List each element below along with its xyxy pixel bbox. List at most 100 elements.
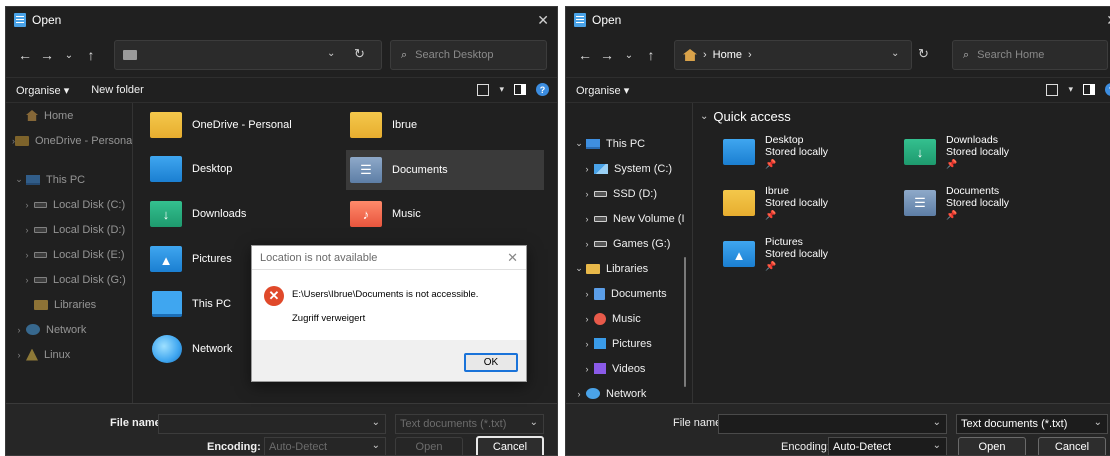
view-dropdown-icon[interactable]: ▾ xyxy=(1068,84,1073,95)
address-bar[interactable]: › Home › xyxy=(674,40,912,70)
quick-access-desktop[interactable]: Desktop Stored locally 📌 xyxy=(723,134,893,170)
chevron-down-icon[interactable]: ⌄ xyxy=(372,417,380,428)
help-icon[interactable]: ? xyxy=(1105,83,1110,96)
chevron-right-icon[interactable]: › xyxy=(580,339,594,349)
nav-item-libraries[interactable]: Libraries xyxy=(12,292,132,317)
breadcrumb-chevron[interactable]: › xyxy=(748,49,752,61)
open-button[interactable]: Open xyxy=(958,437,1026,455)
quick-access-ibrue[interactable]: Ibrue Stored locally 📌 xyxy=(723,185,893,221)
file-type-select[interactable]: Text documents (*.txt) ⌄ xyxy=(956,414,1108,434)
chevron-right-icon[interactable]: › xyxy=(20,225,34,235)
file-name-input[interactable]: ⌄ xyxy=(158,414,386,434)
organise-button[interactable]: Organise ▾ xyxy=(576,84,629,97)
nav-item-local-disk-d[interactable]: › Local Disk (D:) xyxy=(12,217,132,242)
search-box[interactable]: ⌕ Search Home xyxy=(952,40,1108,70)
quick-access-downloads[interactable]: ↓ Downloads Stored locally 📌 xyxy=(904,134,1074,170)
quick-access-pictures[interactable]: ▲ Pictures Stored locally 📌 xyxy=(723,236,893,272)
nav-item-linux[interactable]: › Linux xyxy=(12,342,132,367)
refresh-icon[interactable]: ↻ xyxy=(918,46,929,62)
chevron-right-icon[interactable]: › xyxy=(20,250,34,260)
ok-button[interactable]: OK xyxy=(464,353,518,372)
up-arrow-icon[interactable]: ↑ xyxy=(640,47,662,63)
address-dropdown-icon[interactable]: ⌄ xyxy=(327,48,335,59)
organise-button[interactable]: Organise ▾ xyxy=(16,84,69,97)
nav-item-onedrive[interactable]: › OneDrive - Persona xyxy=(12,128,132,153)
nav-item-music[interactable]: › Music xyxy=(572,306,692,331)
chevron-down-icon[interactable]: ⌄ xyxy=(933,417,941,428)
nav-item-local-disk-e[interactable]: › Local Disk (E:) xyxy=(12,242,132,267)
chevron-right-icon[interactable]: › xyxy=(20,200,34,210)
tile-ibrue[interactable]: Ibrue xyxy=(346,105,536,145)
breadcrumb-home[interactable]: Home xyxy=(713,49,742,61)
up-arrow-icon[interactable]: ↑ xyxy=(80,47,102,63)
nav-item-home[interactable]: Home xyxy=(12,103,132,128)
help-icon[interactable]: ? xyxy=(536,83,549,96)
file-name-input[interactable]: ⌄ xyxy=(718,414,947,434)
chevron-down-icon[interactable]: ⌄ xyxy=(1094,417,1102,428)
view-mode-icon[interactable] xyxy=(1046,83,1059,96)
chevron-right-icon[interactable]: › xyxy=(12,350,26,360)
encoding-select[interactable]: Auto-Detect ⌄ xyxy=(828,437,947,455)
chevron-down-icon[interactable]: ⌄ xyxy=(933,440,941,451)
pane-divider[interactable] xyxy=(692,103,693,403)
nav-item-network[interactable]: › Network xyxy=(12,317,132,342)
chevron-right-icon[interactable]: › xyxy=(580,314,594,324)
preview-pane-icon[interactable] xyxy=(1083,84,1095,95)
open-button[interactable]: Open xyxy=(395,437,463,455)
back-arrow-icon[interactable]: ← xyxy=(14,47,36,63)
nav-item-games-g[interactable]: › Games (G:) xyxy=(572,231,692,256)
close-icon[interactable]: ✕ xyxy=(507,250,518,266)
view-dropdown-icon[interactable]: ▾ xyxy=(499,84,504,95)
cancel-button[interactable]: Cancel xyxy=(476,436,544,455)
chevron-down-icon[interactable]: ⌄ xyxy=(530,417,538,428)
tile-desktop[interactable]: Desktop xyxy=(146,149,331,189)
file-type-select[interactable]: Text documents (*.txt) ⌄ xyxy=(395,414,544,434)
nav-item-ssd-d[interactable]: › SSD (D:) xyxy=(572,181,692,206)
refresh-icon[interactable]: ↻ xyxy=(354,46,365,62)
tile-downloads[interactable]: ↓ Downloads xyxy=(146,194,331,234)
nav-item-local-disk-c[interactable]: › Local Disk (C:) xyxy=(12,192,132,217)
nav-item-network[interactable]: › Network xyxy=(572,381,692,403)
back-arrow-icon[interactable]: ← xyxy=(574,47,596,63)
quick-access-documents[interactable]: ☰ Documents Stored locally 📌 xyxy=(904,185,1074,221)
chevron-right-icon[interactable]: › xyxy=(580,289,594,299)
tile-this-pc[interactable]: This PC xyxy=(146,284,246,324)
forward-arrow-icon[interactable]: → xyxy=(36,47,58,63)
chevron-down-icon[interactable]: ⌄ xyxy=(700,111,708,122)
tile-onedrive-personal[interactable]: OneDrive - Personal xyxy=(146,105,331,145)
tile-pictures[interactable]: ▲ Pictures xyxy=(146,239,246,279)
address-bar[interactable] xyxy=(114,40,382,70)
nav-item-libraries[interactable]: ⌄ Libraries xyxy=(572,256,692,281)
chevron-right-icon[interactable]: › xyxy=(572,389,586,399)
search-box[interactable]: ⌕ Search Desktop xyxy=(390,40,547,70)
nav-item-documents[interactable]: › Documents xyxy=(572,281,692,306)
chevron-right-icon[interactable]: › xyxy=(12,325,26,335)
quick-access-header[interactable]: ⌄ Quick access xyxy=(700,109,791,124)
recent-chevron-icon[interactable]: ⌄ xyxy=(618,50,640,61)
chevron-down-icon[interactable]: ⌄ xyxy=(572,263,586,274)
encoding-select[interactable]: Auto-Detect ⌄ xyxy=(264,437,386,455)
nav-scrollbar[interactable] xyxy=(684,257,686,387)
tile-network[interactable]: Network xyxy=(146,329,246,369)
forward-arrow-icon[interactable]: → xyxy=(596,47,618,63)
nav-item-local-disk-g[interactable]: › Local Disk (G:) xyxy=(12,267,132,292)
chevron-down-icon[interactable]: ⌄ xyxy=(372,440,380,451)
chevron-right-icon[interactable]: › xyxy=(580,164,594,174)
close-icon[interactable]: ✕ xyxy=(1106,12,1110,29)
chevron-right-icon[interactable]: › xyxy=(580,239,594,249)
recent-chevron-icon[interactable]: ⌄ xyxy=(58,50,80,61)
chevron-right-icon[interactable]: › xyxy=(580,189,594,199)
chevron-right-icon[interactable]: › xyxy=(580,364,594,374)
nav-item-this-pc[interactable]: ⌄ This PC xyxy=(12,167,132,192)
nav-item-pictures[interactable]: › Pictures xyxy=(572,331,692,356)
preview-pane-icon[interactable] xyxy=(514,84,526,95)
pane-divider[interactable] xyxy=(132,103,133,403)
chevron-down-icon[interactable]: ⌄ xyxy=(12,174,26,185)
nav-item-new-volume[interactable]: › New Volume (I xyxy=(572,206,692,231)
chevron-right-icon[interactable]: › xyxy=(20,275,34,285)
nav-item-system-c[interactable]: › System (C:) xyxy=(572,156,692,181)
chevron-down-icon[interactable]: ⌄ xyxy=(572,138,586,149)
tile-music[interactable]: ♪ Music xyxy=(346,194,536,234)
tile-documents[interactable]: ☰ Documents xyxy=(346,150,544,190)
nav-item-this-pc[interactable]: ⌄ This PC xyxy=(572,131,692,156)
